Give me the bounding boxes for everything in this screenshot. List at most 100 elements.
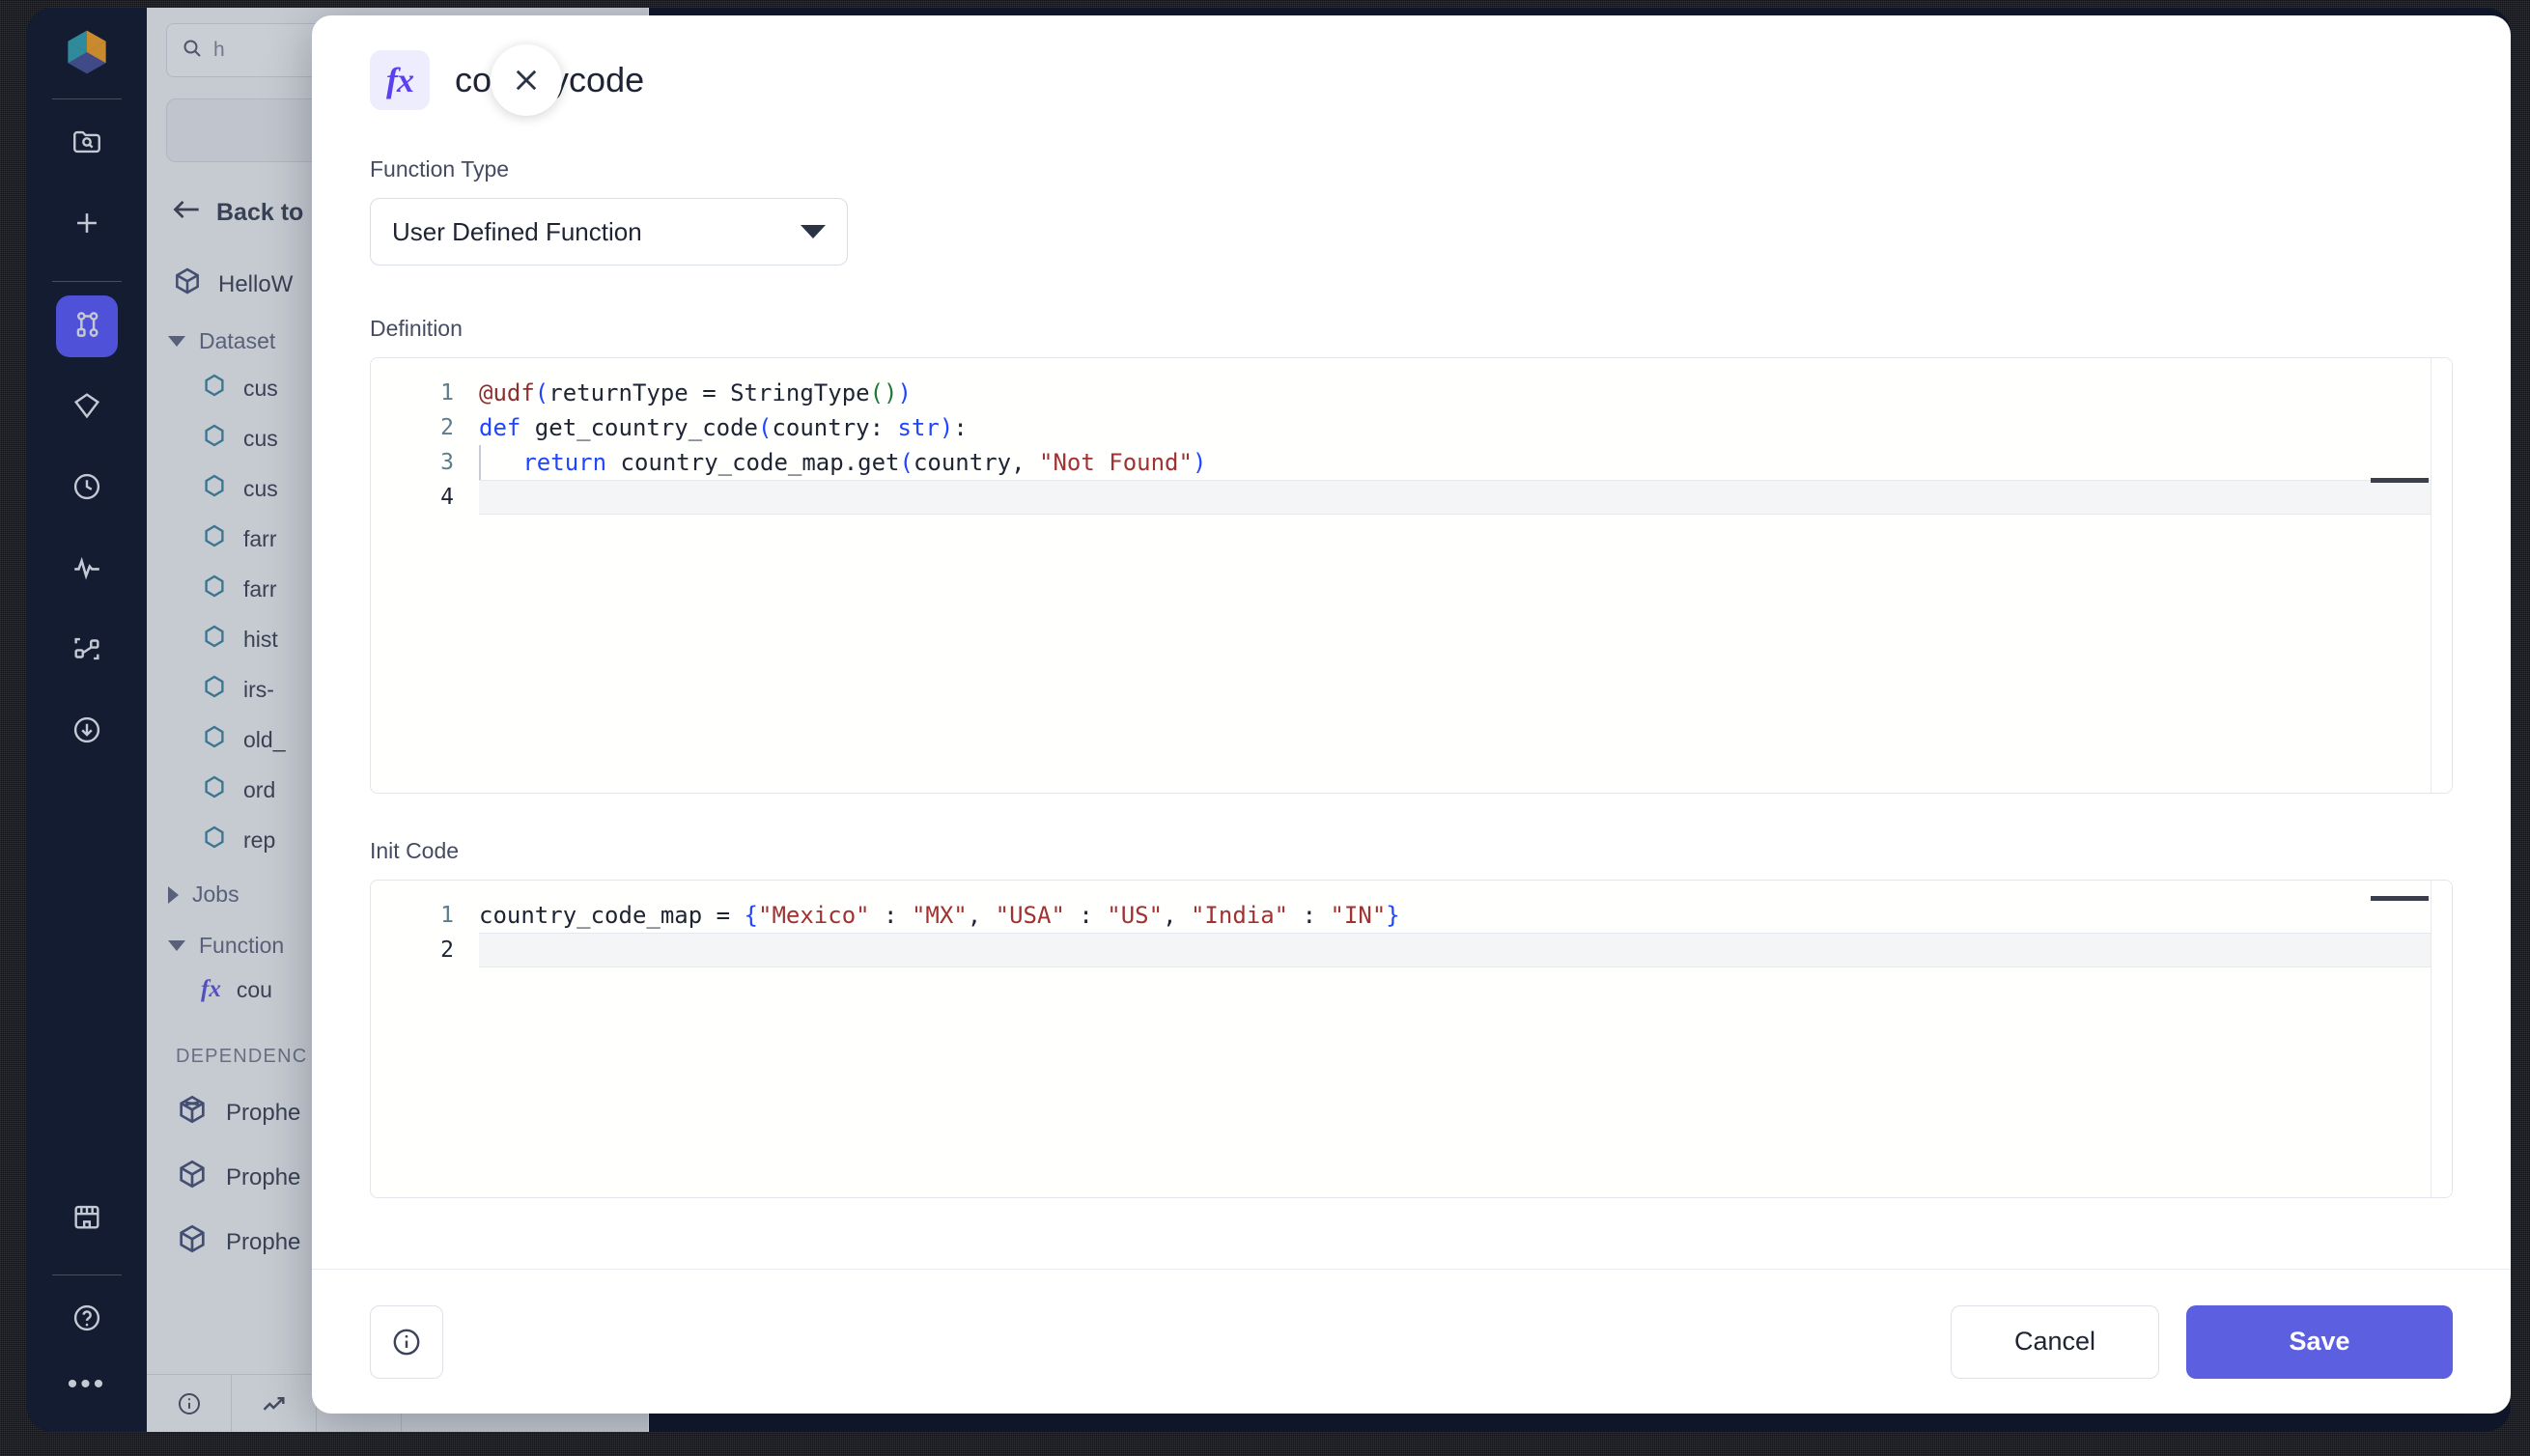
code-token: country_code_map.get: [606, 449, 900, 476]
code-token: ,: [967, 902, 996, 929]
rail-item-help[interactable]: [56, 1289, 118, 1351]
back-link-label: Back to: [216, 199, 304, 226]
dataset-label: cus: [243, 475, 278, 501]
rail-item-pipelines[interactable]: [56, 295, 118, 357]
code-token: returnType =: [548, 379, 731, 406]
dataset-label: cus: [243, 375, 278, 401]
code-line[interactable]: 2: [371, 933, 2452, 967]
cancel-button[interactable]: Cancel: [1951, 1304, 2159, 1379]
line-number: 2: [440, 938, 454, 963]
code-token: country:: [772, 414, 898, 441]
code-token: (: [534, 379, 549, 406]
code-token: "India": [1190, 902, 1289, 929]
definition-code-area[interactable]: 1 @udf(returnType = StringType()) 2 def get…: [371, 358, 2452, 515]
cube-icon: [172, 266, 203, 303]
diamond-icon: [70, 389, 103, 427]
package-multi-icon: [176, 1093, 209, 1133]
dependency-label: Prophe: [226, 1163, 301, 1190]
code-token: country_code_map =: [479, 902, 745, 929]
code-token: "US": [1107, 902, 1164, 929]
dependency-label: Prophe: [226, 1099, 301, 1126]
code-line[interactable]: 3 return country_code_map.get(country, "…: [371, 445, 2452, 480]
dataset-label: farr: [243, 525, 277, 551]
storefront-icon: [70, 1200, 103, 1238]
hexagon-icon: [201, 673, 228, 706]
init-code-area[interactable]: 1 country_code_map = {"Mexico" : "MX", "U…: [371, 881, 2452, 967]
arrow-left-icon: [172, 197, 201, 229]
chevron-down-icon: [168, 940, 185, 951]
function-type-label: Function Type: [370, 156, 510, 182]
code-line[interactable]: 4: [371, 480, 2452, 515]
save-button[interactable]: Save: [2186, 1304, 2453, 1379]
screen: ••• h Proje Back to: [0, 0, 2530, 1456]
rail-item-gems[interactable]: [56, 377, 118, 438]
line-number: 3: [440, 450, 454, 475]
chevron-down-icon: [801, 225, 826, 238]
code-token: country,: [913, 449, 1039, 476]
function-label: cou: [236, 976, 272, 1002]
dataset-label: hist: [243, 626, 278, 652]
rail-item-history[interactable]: [56, 458, 118, 519]
code-token: ,: [1163, 902, 1191, 929]
chevron-down-icon: [168, 336, 185, 347]
code-token: "Mexico": [758, 902, 870, 929]
chevron-right-icon: [168, 885, 179, 904]
application-window: ••• h Proje Back to: [27, 8, 2511, 1432]
rail-more-button[interactable]: •••: [68, 1370, 107, 1399]
rail-item-monitoring[interactable]: [56, 539, 118, 601]
code-token: get_country_code: [520, 414, 758, 441]
code-token: (: [758, 414, 773, 441]
code-token: str: [897, 414, 940, 441]
code-line[interactable]: 1 @udf(returnType = StringType()): [371, 376, 2452, 410]
line-number: 1: [440, 380, 454, 406]
fx-icon: fx: [201, 976, 221, 1002]
code-token: StringType: [730, 379, 870, 406]
rail-item-marketplace[interactable]: [56, 1188, 118, 1249]
close-icon[interactable]: [491, 44, 562, 116]
code-token: :: [953, 414, 968, 441]
hexagon-icon: [201, 773, 228, 806]
help-circle-icon: [70, 1302, 103, 1339]
explorer-group-label: Dataset: [199, 328, 276, 353]
code-token: def: [479, 414, 521, 441]
code-token: :: [869, 902, 912, 929]
info-circle-icon[interactable]: [370, 1304, 443, 1379]
line-number: 4: [440, 485, 454, 510]
code-token: (: [869, 379, 885, 406]
fx-icon: fx: [370, 50, 430, 110]
dataset-label: farr: [243, 575, 277, 602]
trending-up-icon[interactable]: [232, 1375, 317, 1432]
hexagon-icon: [201, 372, 228, 405]
code-token: @udf: [479, 379, 535, 406]
code-line[interactable]: 1 country_code_map = {"Mexico" : "MX", "U…: [371, 898, 2452, 933]
rail-divider-top: [52, 98, 122, 99]
hexagon-icon: [201, 723, 228, 756]
code-line[interactable]: 2 def get_country_code(country: str):: [371, 410, 2452, 445]
init-code-editor[interactable]: 1 country_code_map = {"Mexico" : "MX", "U…: [370, 880, 2453, 1198]
line-number: 1: [440, 903, 454, 928]
download-circle-icon: [70, 714, 103, 751]
code-token: "IN": [1330, 902, 1387, 929]
explorer-group-label: Jobs: [192, 882, 239, 907]
rail-item-add[interactable]: [56, 194, 118, 256]
hexagon-icon: [201, 522, 228, 555]
explorer-root-label: HelloW: [218, 270, 294, 297]
code-token: ): [1192, 449, 1207, 476]
cube-logo-icon[interactable]: [60, 25, 114, 79]
explorer-group-label: Function: [199, 933, 285, 958]
rail-item-downloads[interactable]: [56, 701, 118, 763]
rail-item-lineage[interactable]: [56, 620, 118, 682]
init-code-label: Init Code: [370, 838, 460, 863]
cube-icon: [176, 1222, 209, 1262]
definition-code-editor[interactable]: 1 @udf(returnType = StringType()) 2 def get…: [370, 357, 2453, 794]
pipeline-graph-icon: [70, 308, 103, 346]
function-editor-modal: fx countrycode Function Type User Define…: [312, 15, 2511, 1414]
hexagon-icon: [201, 422, 228, 455]
code-token: "USA": [995, 902, 1065, 929]
rail-item-browse[interactable]: [56, 113, 118, 175]
function-type-select[interactable]: User Defined Function: [370, 198, 848, 266]
modal-footer: Cancel Save: [312, 1269, 2511, 1414]
info-circle-icon[interactable]: [147, 1375, 232, 1432]
code-text: def get_country_code(country: str):: [479, 410, 2452, 445]
